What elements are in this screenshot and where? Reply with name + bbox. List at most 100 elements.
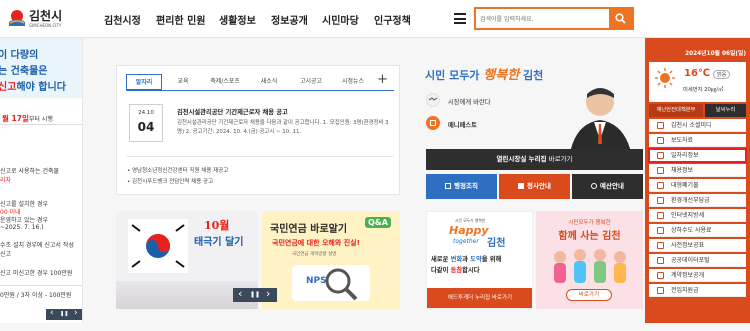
hiring-icon [657,167,664,174]
left-banner-t10: 0만원 / 3차 이상 - 100만원 [0,292,72,299]
tab-festival[interactable]: 축제/스포츠 [204,74,246,90]
more-tabs-button[interactable]: + [377,72,388,87]
sidebar-item-waste[interactable]: 대형폐기물 [649,179,746,192]
weather-temp: 16℃ [684,68,711,79]
left-banner-t5: 운영하고 있는 경우 [0,217,48,224]
org-button[interactable]: 행정조직 [426,174,497,199]
list-item[interactable]: • 김천시푸드뱅크 전담인력 채용 공고 [127,177,213,185]
happy-city: 김천 [487,238,506,249]
pension-qa-badge: Q&A [365,217,391,228]
nav-item-info[interactable]: 정보공개 [271,12,308,27]
sun-icon [655,68,675,88]
tab-education[interactable]: 교육 [168,74,198,90]
press-icon [657,137,664,144]
left-banner-t9: 신고 미신고한 경우 100만원 [0,270,73,277]
banner-pause-button[interactable]: ❚❚ [250,291,260,298]
sidebar-item-hiring[interactable]: 채용정보 [649,164,746,177]
nav-item-citizen[interactable]: 시민마당 [322,12,359,27]
tab-notice[interactable]: 고시공고 [291,74,331,90]
handshake-icon [426,93,440,107]
database-icon [657,257,664,264]
open-mayor-office-link[interactable]: 열린시장실 누리집 바로가기 [426,149,643,170]
featured-desc: 김천시설관리공단 기간제근로자 채용을 다음과 같이 공고합니다. 1. 모집인… [177,120,389,135]
nav-item-population[interactable]: 인구정책 [374,12,411,27]
weather-widget: 16℃ 맑음 미세먼지 20㎍/㎥ [649,62,746,102]
sidebar-item-open-data[interactable]: 공공데이터포털 [649,254,746,267]
left-banner-line2: 는 건축물은 [0,66,48,77]
sidebar-item-prior-info[interactable]: 사전정보공표 [649,239,746,252]
logo[interactable]: 김천시 GIMCHEON CITY [8,6,74,34]
mayor-menu-manifesto[interactable]: 매니페스토 [426,116,556,132]
left-pager-pause-button[interactable]: ❚❚ [60,311,68,317]
flag-banner-month: 10월 [204,219,230,232]
tax-icon [657,212,664,219]
tab-city-news[interactable]: 시정뉴스 [335,74,371,90]
tab-underline [126,90,394,91]
mayor-menu-manifesto-label: 매니페스토 [448,122,477,129]
nav-item-city[interactable]: 김천시정 [104,12,141,27]
weather-dust: 미세먼지 20㎍/㎥ [683,87,724,93]
happy-line1: 새로운 변화과 도약을 위해 [431,256,502,263]
logo-subtext: GIMCHEON CITY [29,23,62,28]
water-drop-icon [657,227,664,234]
left-pager-next-button[interactable]: › [74,308,78,318]
building-button[interactable]: 청사안내 [499,174,570,199]
search-button[interactable] [609,9,632,28]
left-banner-t7: 수조 설치 경우에 신고서 작성 [0,242,74,249]
left-notice-banner[interactable]: 이 다량의 는 건축물은 신고해야 합니다 월 17일부터 시행 신고로 사용하… [0,38,83,323]
happy-together-link[interactable]: 애드투게더 누리집 바로가기 [427,288,532,308]
happy-together-banner[interactable]: 시민 모두가 행복한 Happy together 김천 새로운 변화과 도약을… [426,211,533,309]
budget-button[interactable]: 예산안내 [572,174,643,199]
left-banner-line3: 신고해야 합니다 [0,82,66,93]
magnifier-icon [325,268,358,301]
sidebar-item-water[interactable]: 상하수도 사용료 [649,224,746,237]
featured-title[interactable]: 김천시설관리공단 기간제근로자 채용 공고 [177,107,288,116]
weather-status: 맑음 [713,70,731,79]
sidebar-item-press[interactable]: 보도자료 [649,134,746,147]
left-banner-t8: 신고 [0,251,12,258]
nav-item-civil[interactable]: 편리한 민원 [156,12,205,27]
search-box [474,7,634,30]
org-icon [445,183,452,189]
hamburger-menu-icon[interactable] [454,13,466,24]
people-illustration-icon [554,249,626,283]
document-icon [657,242,664,249]
nav-item-life[interactable]: 생활정보 [219,12,256,27]
happy-word: Happy [449,224,489,237]
banner-prev-button[interactable]: ‹ [238,287,242,300]
list-item[interactable]: • 영남청소년정신건강센터 직원 채용 재공고 [127,166,228,174]
sidebar-item-env-charge[interactable]: 환경개선부담금 [649,194,746,207]
featured-date-day: 04 [137,120,155,134]
sidebar-menu: 김천시 소셜미디 보도자료 일자리정보 채용정보 대형폐기물 환경개선부담금 인… [645,119,750,315]
search-icon [615,13,626,24]
taegukgi-flag-icon [128,219,188,273]
sidebar-date: 2024년10월 06일(일) [685,51,746,57]
sidebar-item-jobs[interactable]: 일자리정보 [648,148,747,163]
live-together-link[interactable]: 바로가기 [566,289,612,301]
sidebar-tab-disaster[interactable]: 재난안전대책본부 [649,104,703,117]
pension-title: 국민연금 바로알기 [270,224,348,235]
leaf-icon [657,197,664,204]
building-icon [518,183,525,189]
pension-small: 국민연금 개혁방향 설명 [292,252,337,257]
mayor-menu-request-label: 시장에게 바란다 [448,99,491,106]
search-input[interactable] [480,12,606,26]
live-title: 함께 사는 김천 [558,231,621,242]
left-banner-date: 월 17일부터 시행 [2,114,53,123]
tab-news[interactable]: 새소식 [251,74,287,90]
banner-next-button[interactable]: › [266,287,270,300]
sidebar-item-local-tax[interactable]: 인터넷지방세 [649,209,746,222]
sidebar-tab-weather[interactable]: 날씨누리 [705,104,746,117]
logo-emblem-icon [9,10,25,26]
tab-jobs[interactable]: 알자리 [126,74,162,90]
sidebar-item-contract[interactable]: 계약정보공개 [649,269,746,282]
sidebar-item-move-in[interactable]: 전입지원금 [649,284,746,297]
news-tab-panel: 알자리 교육 축제/스포츠 새소식 고시공고 시정뉴스 + 24.10 04 김… [116,65,400,195]
sidebar-item-social[interactable]: 김천시 소셜미디 [649,119,746,132]
left-pager-prev-button[interactable]: ‹ [50,308,54,318]
live-together-banner[interactable]: 시민모두가 행복한 함께 사는 김천 바로가기 [536,211,643,309]
mayor-menu-request[interactable]: 시장에게 바란다 [426,93,556,109]
featured-date-ym: 24.10 [138,110,154,116]
left-banner-t6: ~2025. 7. 16.) [0,224,44,231]
pension-banner[interactable]: 국민연금 바로알기 Q&A 국민연금에 대한 오해와 진실! 국민연금 개혁방향… [262,211,400,309]
